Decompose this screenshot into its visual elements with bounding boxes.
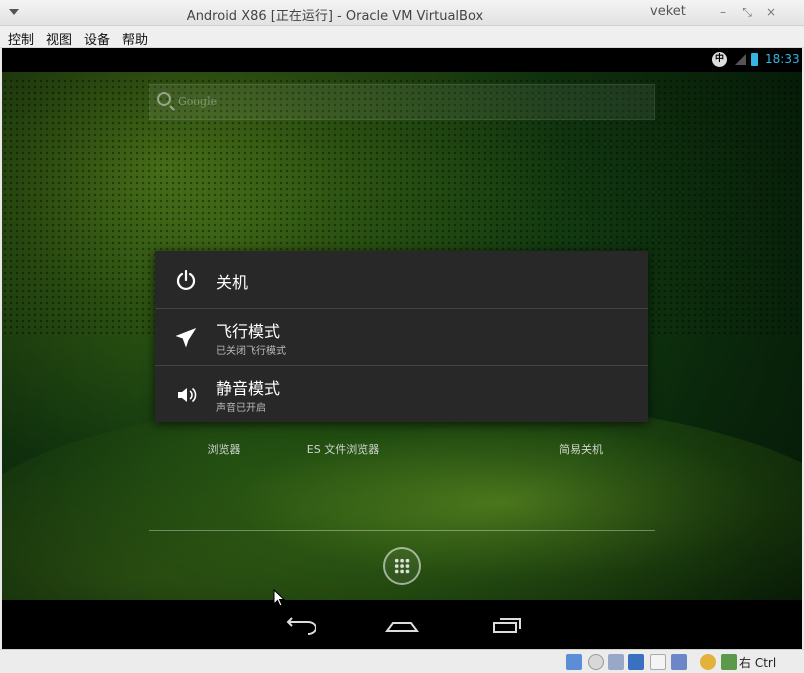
search-icon: [157, 92, 171, 106]
power-off-option[interactable]: 关机: [155, 251, 648, 308]
usb-icon[interactable]: [608, 654, 624, 670]
battery-icon: [751, 53, 758, 66]
window-titlebar: Android X86 [正在运行] - Oracle VM VirtualBo…: [0, 0, 804, 26]
hard-disk-icon[interactable]: [566, 654, 582, 670]
airplane-mode-status: 已关闭飞行模式: [216, 346, 286, 357]
android-status-bar: 中 18:33: [2, 48, 802, 72]
network-icon[interactable]: [628, 654, 644, 670]
android-nav-bar: [2, 600, 802, 649]
shared-folders-icon[interactable]: [650, 654, 666, 670]
silent-mode-label: 静音模式: [216, 379, 281, 398]
airplane-mode-label: 飞行模式: [216, 322, 281, 341]
power-options-dialog: 关机 飞行模式 已关闭飞行模式 静音模式 声音已开启: [155, 251, 648, 422]
silent-mode-status: 声音已开启: [216, 403, 266, 414]
app-label-es-file-explorer[interactable]: ES 文件浏览器: [293, 441, 393, 457]
app-grid-icon: [394, 558, 410, 574]
home-icon[interactable]: [385, 612, 419, 636]
vm-status-tray: 右 Ctrl: [0, 649, 804, 673]
menu-devices[interactable]: 设备: [84, 29, 110, 48]
window-user-label: veket: [650, 4, 686, 19]
display-icon[interactable]: [671, 654, 687, 670]
keyboard-capture-icon[interactable]: [721, 654, 737, 670]
app-label-browser[interactable]: 浏览器: [189, 441, 259, 457]
status-time: 18:33: [765, 52, 800, 66]
window-title: Android X86 [正在运行] - Oracle VM VirtualBo…: [186, 9, 484, 24]
dock-divider: [149, 530, 655, 531]
silent-mode-option[interactable]: 静音模式 声音已开启: [155, 365, 648, 422]
mouse-pointer-icon: [273, 589, 285, 607]
menu-view[interactable]: 视图: [46, 29, 72, 48]
app-label-simple-shutdown[interactable]: 简易关机: [546, 441, 616, 457]
search-hint: Google: [178, 95, 218, 108]
volume-icon: [178, 387, 197, 403]
google-search-bar[interactable]: Google: [149, 84, 655, 120]
host-key-label: 右 Ctrl: [739, 656, 777, 670]
recent-apps-icon[interactable]: [490, 612, 524, 636]
power-icon: [176, 269, 196, 291]
guest-screen[interactable]: 中 18:33 Google 浏览器 ES 文件浏览器 简易关机 关机 飞行模式…: [2, 48, 802, 649]
close-button[interactable]: ×: [764, 5, 778, 19]
airplane-mode-option[interactable]: 飞行模式 已关闭飞行模式: [155, 308, 648, 365]
all-apps-button[interactable]: [383, 547, 421, 585]
power-off-label: 关机: [216, 273, 249, 292]
mouse-integration-icon[interactable]: [700, 654, 716, 670]
input-method-icon: 中: [712, 52, 727, 67]
menu-control[interactable]: 控制: [8, 29, 34, 48]
minimize-button[interactable]: –: [716, 5, 730, 19]
airplane-icon: [175, 327, 197, 348]
back-icon[interactable]: [282, 612, 316, 636]
restore-button[interactable]: ⤡: [740, 5, 754, 19]
signal-icon: [735, 54, 746, 65]
menubar: 控制 视图 设备 帮助: [0, 26, 804, 48]
optical-drive-icon[interactable]: [588, 654, 604, 670]
menu-help[interactable]: 帮助: [122, 29, 148, 48]
